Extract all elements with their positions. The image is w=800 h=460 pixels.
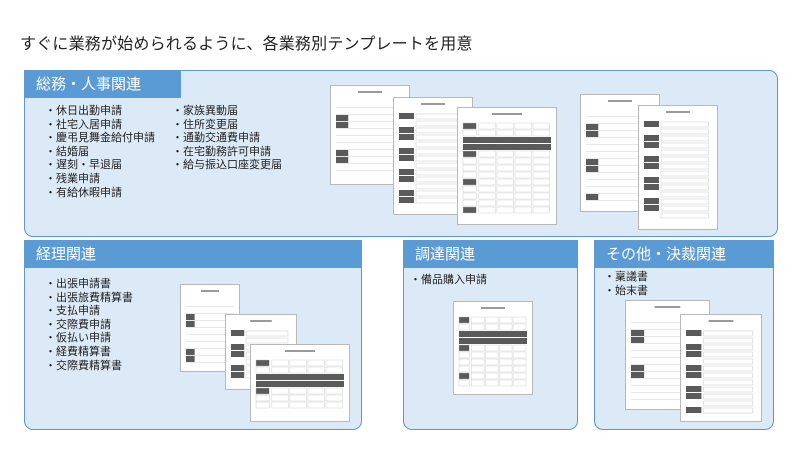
accounting-list: 出張申請書出張旅費精算書支払申請交際費申請仮払い申請経費精算書交際費精算書 <box>45 277 133 372</box>
other-header: その他・決裁関連 <box>594 240 774 268</box>
procurement-form-preview <box>453 301 533 395</box>
template-item: 出張申請書 <box>45 277 133 291</box>
template-item: 家族異動届 <box>172 104 282 118</box>
template-item: 住所変更届 <box>172 118 282 132</box>
hr-form-preview-3 <box>457 107 557 225</box>
accounting-form-preview-3 <box>250 344 350 422</box>
template-item: 通勤交通費申請 <box>172 131 282 145</box>
general-affairs-list-1: 休日出勤申請社宅入居申請慶弔見舞金給付申請結婚届遅刻・早退届残業申請有給休暇申請 <box>45 104 155 199</box>
hr-form-preview-5 <box>638 105 718 230</box>
procurement-header: 調達関連 <box>403 240 578 268</box>
template-item: 支払申請 <box>45 304 133 318</box>
other-list: 稟議書始末書 <box>604 270 648 297</box>
template-item: 交際費申請 <box>45 318 133 332</box>
template-item: 備品購入申請 <box>410 273 487 287</box>
template-item: 出張旅費精算書 <box>45 291 133 305</box>
general-affairs-header: 総務・人事関連 <box>24 70 181 98</box>
template-item: 遅刻・早退届 <box>45 158 155 172</box>
other-form-preview-2 <box>680 314 762 422</box>
template-item: 仮払い申請 <box>45 331 133 345</box>
template-item: 結婚届 <box>45 145 155 159</box>
accounting-header: 経理関連 <box>24 240 362 268</box>
template-item: 慶弔見舞金給付申請 <box>45 131 155 145</box>
template-item: 休日出勤申請 <box>45 104 155 118</box>
template-item: 在宅勤務許可申請 <box>172 145 282 159</box>
template-item: 稟議書 <box>604 270 648 284</box>
template-item: 社宅入居申請 <box>45 118 155 132</box>
procurement-list: 備品購入申請 <box>410 273 487 287</box>
template-item: 有給休暇申請 <box>45 186 155 200</box>
page-headline: すぐに業務が始められるように、各業務別テンプレートを用意 <box>20 34 473 53</box>
template-item: 始末書 <box>604 284 648 298</box>
template-item: 残業申請 <box>45 172 155 186</box>
template-item: 給与振込口座変更届 <box>172 158 282 172</box>
template-item: 経費精算書 <box>45 345 133 359</box>
template-item: 交際費精算書 <box>45 359 133 373</box>
general-affairs-list-2: 家族異動届住所変更届通勤交通費申請在宅勤務許可申請給与振込口座変更届 <box>172 104 282 172</box>
